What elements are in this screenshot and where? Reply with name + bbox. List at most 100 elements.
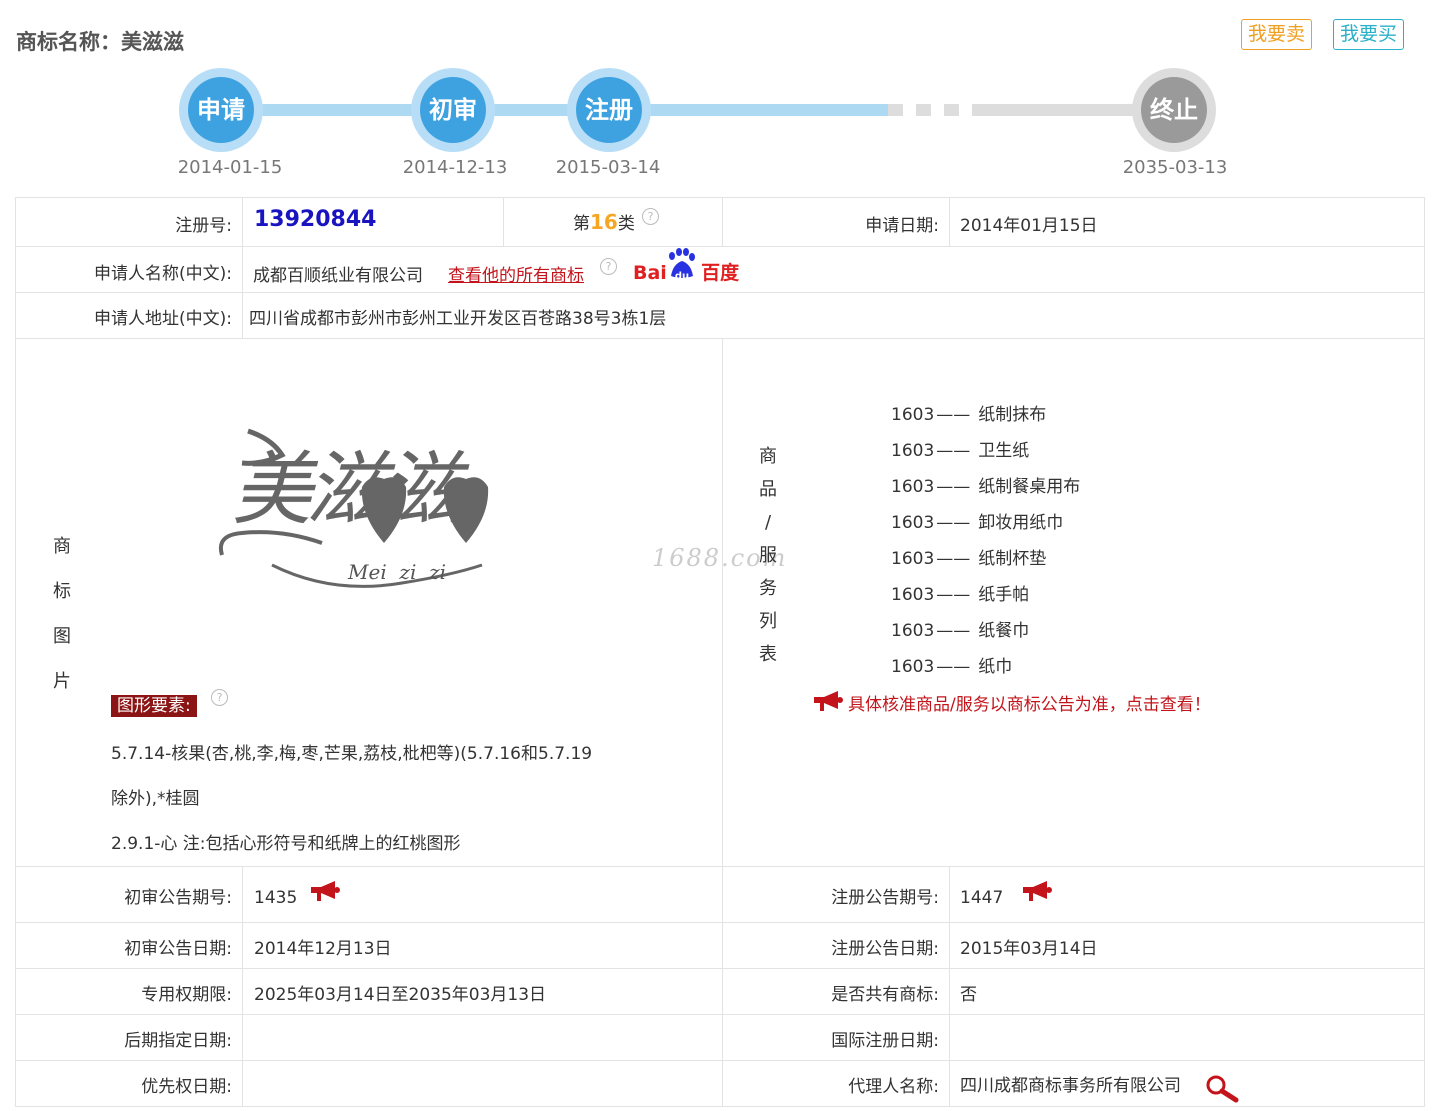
goods-dash: ——	[936, 549, 971, 569]
class-prefix: 第	[573, 214, 590, 234]
label-char: 表	[759, 644, 777, 665]
help-icon[interactable]: ?	[642, 208, 659, 227]
trademark-title: 商标名称：美滋滋	[16, 26, 184, 56]
buy-button[interactable]: 我要买	[1333, 19, 1405, 50]
goods-dash: ——	[936, 441, 971, 461]
class-suffix: 类	[617, 214, 635, 234]
reg-date-label: 注册公告日期:	[831, 939, 939, 959]
figure-elements-tag: 图形要素:	[111, 691, 197, 717]
goods-dash: ——	[936, 477, 971, 497]
baidu-suffix: 百度	[701, 262, 740, 284]
baidu-text: Bai du 百度	[633, 258, 739, 285]
search-icon[interactable]	[1204, 1073, 1240, 1107]
figure-line: 2.9.1-心 注:包括心形符号和纸牌上的红桃图形	[111, 834, 461, 854]
goods-code: 1603	[891, 513, 935, 533]
goods-code: 1603	[891, 657, 935, 677]
goods-dash: ——	[936, 621, 971, 641]
goods-notice-link[interactable]: 具体核准商品/服务以商标公告为准，点击查看！	[848, 690, 1211, 715]
class-number: 16	[590, 210, 618, 234]
timeline-date-register: 2015-03-14	[555, 157, 661, 178]
timeline-node-label: 初审	[420, 77, 486, 143]
baidu-du: du	[674, 271, 690, 282]
baidu-prefix: Bai	[633, 262, 667, 284]
timeline-node-label: 申请	[188, 77, 254, 143]
view-all-trademarks-link[interactable]: 查看他的所有商标	[448, 261, 584, 286]
timeline-node-terminate: 终止	[1132, 68, 1216, 152]
logo-main-text: 美滋滋	[232, 443, 460, 536]
reg-pub-no-value: 1447	[960, 888, 1004, 908]
timeline-date-apply: 2014-01-15	[177, 157, 283, 178]
figure-line: 除外),*桂圆	[111, 789, 200, 809]
figure-line: 5.7.14-核果(杏,桃,李,梅,枣,芒果,荔枝,枇杷等)(5.7.16和5.…	[111, 744, 593, 764]
title-name: 美滋滋	[121, 30, 184, 54]
label-char: /	[764, 512, 772, 533]
label-char: 服	[759, 545, 777, 566]
goods-section-label: 商 品 / 服 务 列 表	[758, 440, 778, 671]
later-date-label: 后期指定日期:	[124, 1031, 232, 1051]
title-prefix: 商标名称：	[16, 30, 121, 54]
goods-list-item: 1603 —— 纸制杯垫	[891, 544, 1046, 569]
address-label: 申请人地址(中文):	[94, 309, 232, 329]
goods-dash: ——	[936, 657, 971, 677]
goods-list-item: 1603 —— 纸手帕	[891, 580, 1029, 605]
label-char: 图	[53, 626, 71, 647]
goods-code: 1603	[891, 441, 935, 461]
timeline-date-prelim: 2014-12-13	[402, 157, 508, 178]
address-value: 四川省成都市彭州市彭州工业开发区百苍路38号3栋1层	[249, 309, 667, 329]
label-char: 商	[53, 536, 71, 557]
logo-roman-text: Mei zi zi	[348, 560, 447, 584]
goods-dash: ——	[936, 585, 971, 605]
goods-dash: ——	[936, 405, 971, 425]
timeline-progress-bar	[220, 104, 888, 116]
figure-tag-text: 图形要素:	[111, 695, 197, 717]
timeline-node-label: 注册	[576, 77, 642, 143]
label-char: 商	[759, 446, 777, 467]
megaphone-icon[interactable]	[812, 689, 844, 717]
megaphone-icon[interactable]	[309, 879, 341, 907]
label-char: 列	[759, 611, 777, 632]
sell-button[interactable]: 我要卖	[1241, 19, 1313, 50]
class-info: 第16类	[573, 209, 635, 234]
label-char: 片	[53, 671, 71, 692]
goods-name: 纸巾	[978, 657, 1013, 677]
label-char: 务	[759, 578, 777, 599]
reg-no-label: 注册号:	[175, 216, 232, 236]
reg-date-value: 2015年03月14日	[960, 939, 1098, 959]
image-section-label: 商 标 图 片	[52, 524, 72, 704]
timeline-node-label: 终止	[1141, 77, 1207, 143]
megaphone-icon[interactable]	[1021, 879, 1053, 907]
apply-date-label: 申请日期:	[865, 216, 939, 236]
goods-list-item: 1603 —— 纸制餐桌用布	[891, 472, 1080, 497]
timeline-node-apply: 申请	[179, 68, 263, 152]
goods-list-item: 1603 —— 卸妆用纸巾	[891, 508, 1063, 533]
goods-name: 纸制杯垫	[978, 549, 1047, 569]
timeline-node-prelim: 初审	[411, 68, 495, 152]
goods-name: 卫生纸	[978, 441, 1030, 461]
goods-list-item: 1603 —— 纸巾	[891, 652, 1012, 677]
timeline-node-register: 注册	[567, 68, 651, 152]
goods-list-item: 1603 —— 卫生纸	[891, 436, 1029, 461]
shared-value: 否	[960, 985, 977, 1005]
label-char: 品	[759, 479, 777, 500]
label-char: 标	[53, 581, 71, 602]
goods-name: 纸制餐桌用布	[978, 477, 1081, 497]
goods-code: 1603	[891, 477, 935, 497]
reg-pub-no-label: 注册公告期号:	[831, 888, 939, 908]
help-icon[interactable]: ?	[600, 258, 617, 277]
goods-name: 卸妆用纸巾	[978, 513, 1064, 533]
goods-name: 纸制抹布	[978, 405, 1047, 425]
priority-date-label: 优先权日期:	[141, 1077, 232, 1097]
shared-label: 是否共有商标:	[831, 985, 939, 1005]
prelim-date-label: 初审公告日期:	[124, 939, 232, 959]
timeline-date-terminate: 2035-03-13	[1122, 157, 1228, 178]
goods-dash: ——	[936, 513, 971, 533]
intl-date-label: 国际注册日期:	[831, 1031, 939, 1051]
agent-label: 代理人名称:	[848, 1077, 939, 1097]
prelim-no-label: 初审公告期号:	[124, 888, 232, 908]
goods-code: 1603	[891, 405, 935, 425]
prelim-no-value: 1435	[254, 888, 298, 908]
help-icon[interactable]: ?	[211, 689, 228, 708]
term-label: 专用权期限:	[141, 985, 232, 1005]
reg-no-value: 13920844	[254, 207, 377, 232]
apply-date-value: 2014年01月15日	[960, 216, 1098, 236]
